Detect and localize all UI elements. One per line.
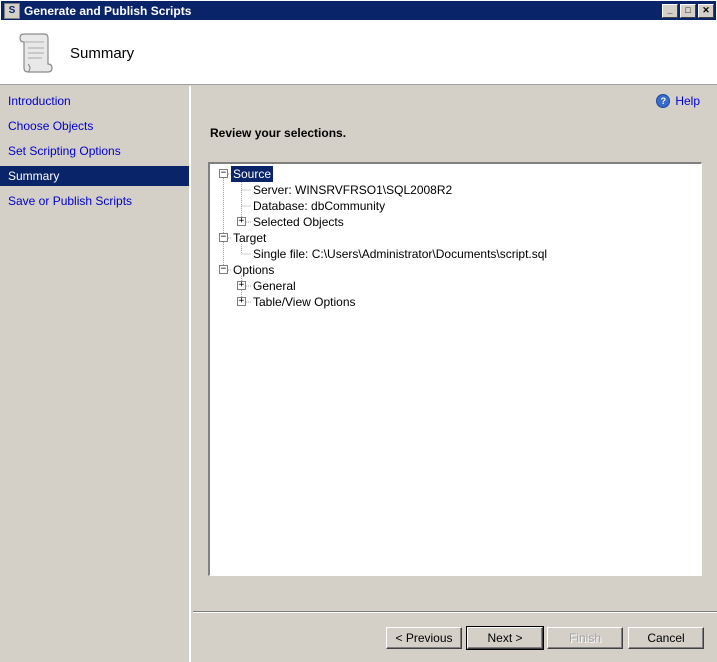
script-scroll-icon	[19, 33, 53, 73]
collapse-source-icon[interactable]: −	[219, 169, 228, 178]
expand-selected-objects-icon[interactable]: +	[237, 217, 246, 226]
app-icon: S	[4, 2, 20, 19]
footer-divider-highlight	[193, 612, 717, 613]
sidebar-item-save-or-publish-scripts[interactable]: Save or Publish Scripts	[0, 191, 189, 211]
tree-node-options[interactable]: Options	[233, 262, 274, 278]
tree-node-selected-objects[interactable]: Selected Objects	[253, 214, 344, 230]
tree-node-database[interactable]: Database: dbCommunity	[253, 198, 385, 214]
close-button[interactable]: ✕	[698, 3, 714, 18]
expand-general-icon[interactable]: +	[237, 281, 246, 290]
finish-button[interactable]: Finish	[547, 627, 623, 649]
tree-node-source[interactable]: Source	[231, 166, 274, 182]
review-heading: Review your selections.	[210, 126, 347, 140]
page-title: Summary	[70, 45, 135, 62]
tree-node-server[interactable]: Server: WINSRVFRSO1\SQL2008R2	[253, 182, 452, 198]
help-label: Help	[675, 94, 700, 108]
main-panel: ? Help Review your selections. − Source …	[193, 86, 717, 662]
tree-node-table-view-options[interactable]: Table/View Options	[253, 294, 356, 310]
tree-node-general[interactable]: General	[253, 278, 296, 294]
wizard-steps-sidebar: Introduction Choose Objects Set Scriptin…	[0, 86, 191, 662]
tree-node-target[interactable]: Target	[233, 230, 266, 246]
collapse-options-icon[interactable]: −	[219, 265, 228, 274]
sidebar-item-introduction[interactable]: Introduction	[0, 91, 189, 111]
wizard-header: Summary	[0, 20, 717, 85]
summary-tree[interactable]: − Source Server: WINSRVFRSO1\SQL2008R2 D…	[208, 162, 702, 576]
maximize-button[interactable]: □	[680, 3, 696, 18]
minimize-button[interactable]: _	[662, 3, 678, 18]
tree-node-single-file[interactable]: Single file: C:\Users\Administrator\Docu…	[253, 246, 547, 262]
sidebar-item-set-scripting-options[interactable]: Set Scripting Options	[0, 141, 189, 161]
cancel-button[interactable]: Cancel	[628, 627, 704, 649]
title-bar: S Generate and Publish Scripts _ □ ✕	[0, 0, 717, 20]
sidebar-item-summary[interactable]: Summary	[0, 166, 189, 186]
next-button[interactable]: Next >	[466, 626, 544, 650]
collapse-target-icon[interactable]: −	[219, 233, 228, 242]
help-icon: ?	[656, 94, 671, 108]
help-link[interactable]: ? Help	[656, 94, 700, 108]
window-title: Generate and Publish Scripts	[24, 3, 192, 18]
previous-button[interactable]: < Previous	[386, 627, 462, 649]
expand-table-view-options-icon[interactable]: +	[237, 297, 246, 306]
sidebar-item-choose-objects[interactable]: Choose Objects	[0, 116, 189, 136]
window-controls: _ □ ✕	[662, 3, 714, 18]
